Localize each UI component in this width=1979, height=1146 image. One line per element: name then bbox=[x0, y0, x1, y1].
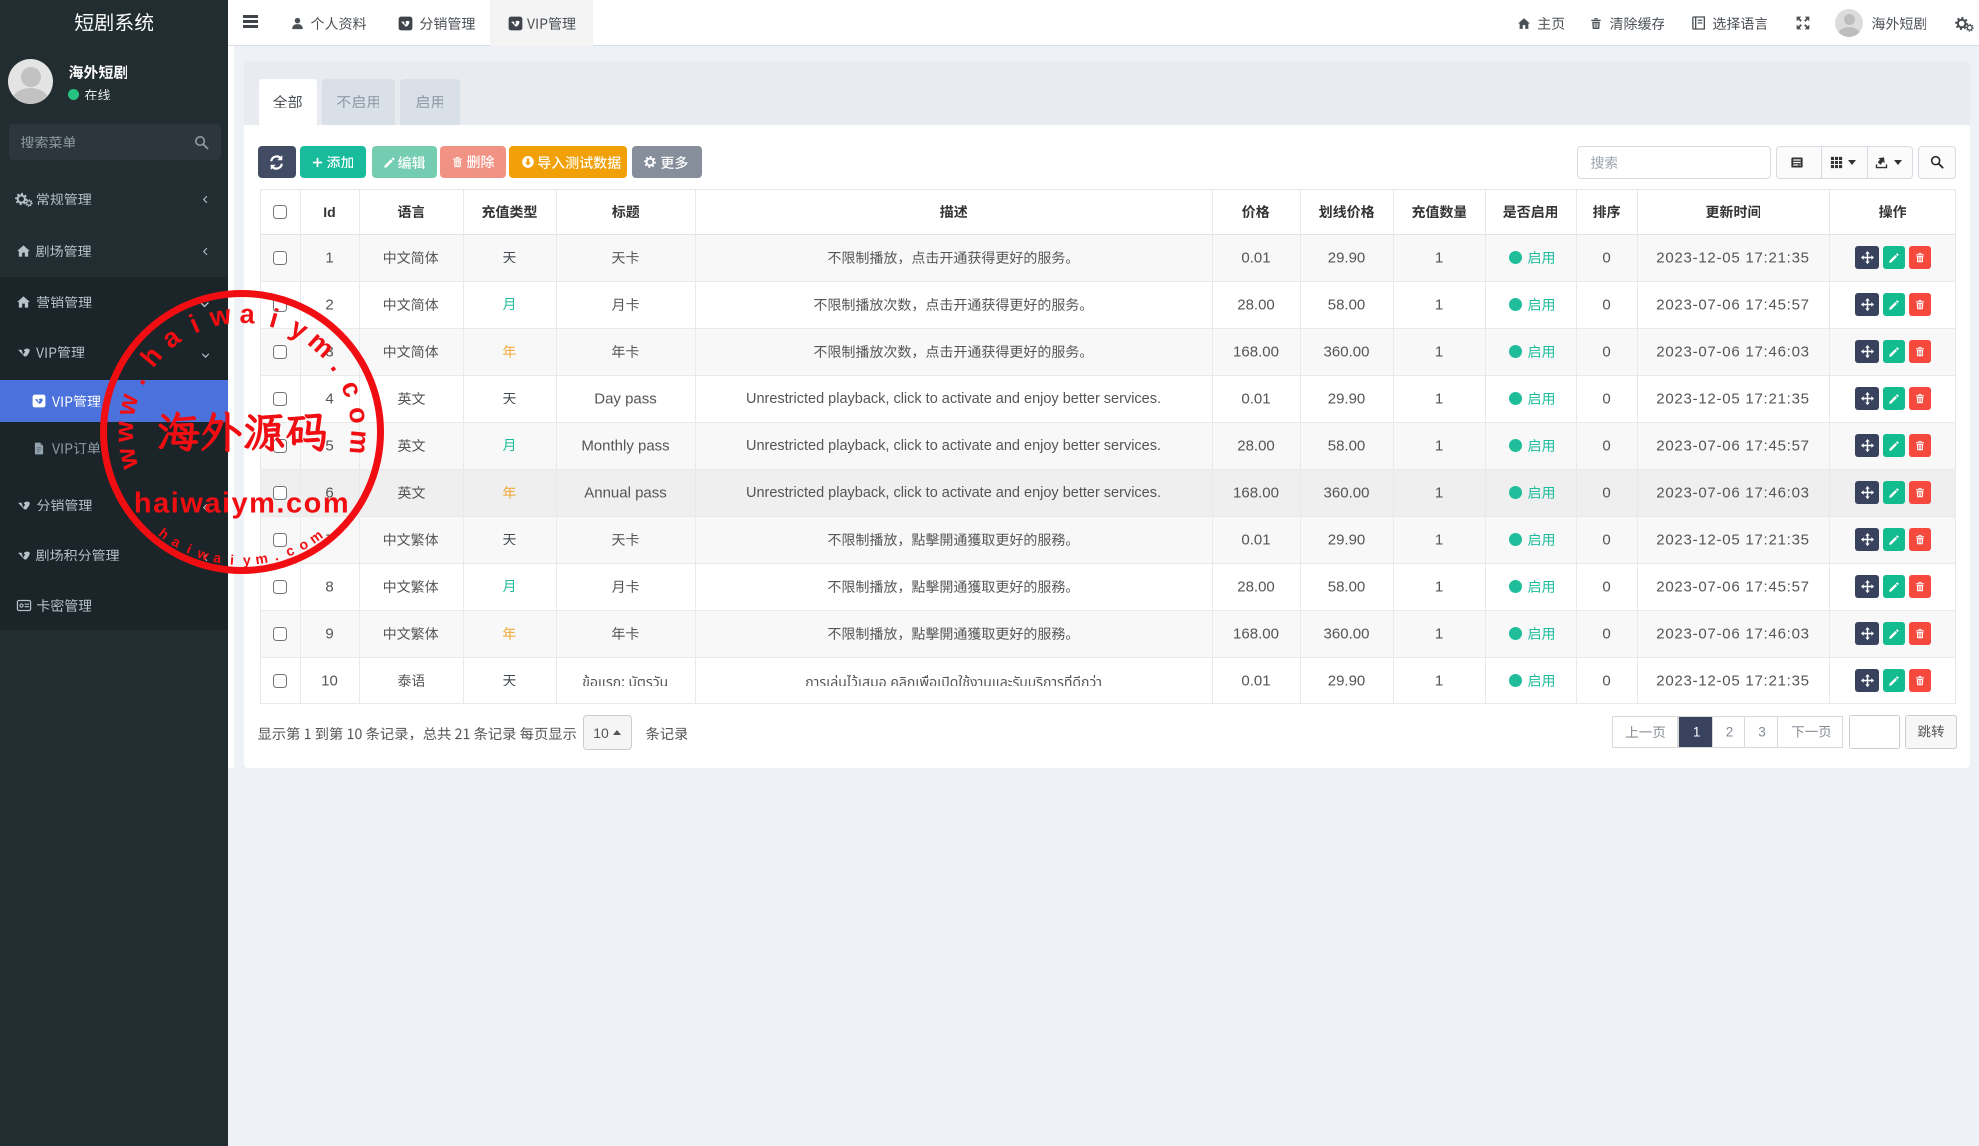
svg-text:o: o bbox=[343, 404, 375, 425]
svg-text:i: i bbox=[229, 551, 234, 567]
svg-text:i: i bbox=[185, 308, 204, 338]
svg-text:a: a bbox=[156, 320, 187, 354]
svg-text:a: a bbox=[212, 549, 223, 566]
svg-text:m: m bbox=[343, 429, 375, 456]
svg-text:i: i bbox=[184, 540, 194, 556]
svg-text:.: . bbox=[324, 353, 353, 376]
svg-text:y: y bbox=[242, 551, 251, 567]
svg-text:.: . bbox=[121, 369, 151, 389]
svg-text:w: w bbox=[206, 299, 234, 333]
svg-text:a: a bbox=[239, 298, 256, 329]
svg-text:w: w bbox=[110, 443, 144, 472]
svg-text:h: h bbox=[134, 340, 168, 372]
svg-text:w: w bbox=[110, 389, 145, 418]
svg-text:.: . bbox=[272, 547, 280, 563]
svg-text:i: i bbox=[266, 303, 281, 334]
svg-text:m: m bbox=[254, 549, 269, 567]
svg-text:c: c bbox=[335, 376, 368, 401]
svg-text:c: c bbox=[283, 541, 296, 559]
svg-text:w: w bbox=[109, 420, 139, 443]
